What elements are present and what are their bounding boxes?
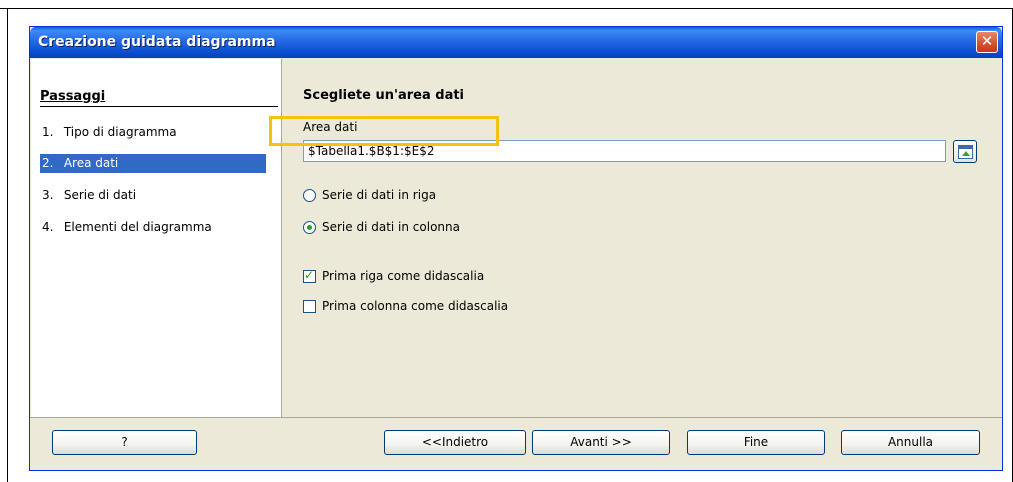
footer-divider: [30, 417, 1002, 418]
radio-selected-icon[interactable]: [303, 220, 316, 234]
cancel-button[interactable]: Annulla: [841, 430, 980, 455]
step-data-series[interactable]: 3. Serie di dati: [40, 186, 266, 205]
step-label: Elementi del diagramma: [63, 220, 212, 234]
step-number: 2.: [42, 156, 54, 170]
chart-wizard-dialog: Creazione guidata diagramma ✕ Passaggi 1…: [29, 26, 1003, 471]
step-number: 1.: [42, 125, 54, 139]
back-button[interactable]: <<Indietro: [384, 430, 526, 455]
next-button[interactable]: Avanti >>: [532, 430, 670, 455]
step-label: Serie di dati: [63, 188, 137, 202]
series-in-columns-option[interactable]: Serie di dati in colonna: [303, 218, 460, 236]
series-in-rows-label: Serie di dati in riga: [322, 188, 437, 202]
window-title: Creazione guidata diagramma: [38, 34, 276, 50]
first-row-label-option[interactable]: Prima riga come didascalia: [303, 267, 484, 285]
section-title: Scegliete un'area dati: [303, 88, 465, 103]
step-chart-type[interactable]: 1. Tipo di diagramma: [40, 123, 266, 142]
first-column-label-text: Prima colonna come didascalia: [322, 299, 509, 313]
first-row-label-text: Prima riga come didascalia: [322, 269, 485, 283]
select-range-icon: [958, 145, 973, 159]
step-data-range[interactable]: 2. Area dati: [40, 154, 266, 173]
checkbox-checked-icon[interactable]: [303, 268, 316, 283]
close-icon[interactable]: ✕: [976, 31, 998, 53]
first-column-label-option[interactable]: Prima colonna come didascalia: [303, 297, 508, 315]
steps-panel: Passaggi 1. Tipo di diagramma 2. Area da…: [31, 59, 282, 417]
step-number: 4.: [42, 220, 54, 234]
finish-button[interactable]: Fine: [687, 430, 825, 455]
series-in-rows-option[interactable]: Serie di dati in riga: [303, 186, 436, 204]
step-label: Area dati: [63, 156, 119, 170]
steps-heading: Passaggi: [40, 89, 278, 107]
step-chart-elements[interactable]: 4. Elementi del diagramma: [40, 218, 266, 237]
page-frame-left: [7, 8, 8, 482]
select-range-button[interactable]: [953, 140, 977, 163]
data-range-panel: Scegliete un'area dati Area dati $Tabell…: [282, 59, 1002, 417]
page-frame-top: [0, 8, 1013, 9]
radio-icon[interactable]: [303, 188, 316, 202]
data-range-label: Area dati: [303, 120, 358, 134]
step-number: 3.: [42, 188, 54, 202]
step-label: Tipo di diagramma: [63, 125, 177, 139]
data-range-input[interactable]: $Tabella1.$B$1:$E$2: [303, 140, 946, 162]
help-button[interactable]: ?: [52, 430, 197, 455]
series-in-columns-label: Serie di dati in colonna: [322, 220, 460, 234]
title-bar: Creazione guidata diagramma ✕: [30, 27, 1002, 58]
checkbox-icon[interactable]: [303, 299, 316, 313]
